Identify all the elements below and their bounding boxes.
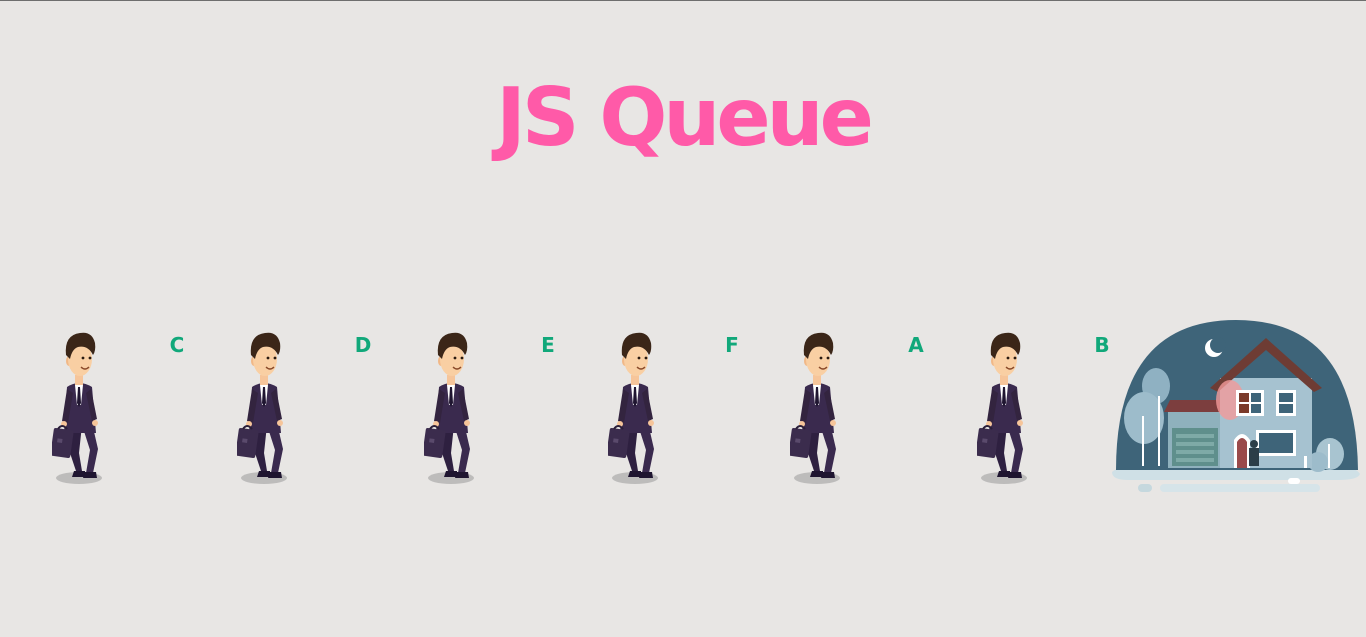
person-icon [52, 325, 132, 490]
person-icon [608, 325, 688, 490]
queue-item-label: A [908, 333, 924, 357]
page-title: JS Queue [496, 71, 874, 164]
person-icon [237, 325, 317, 490]
person-icon [977, 325, 1057, 490]
person-icon [424, 325, 504, 490]
house-icon [1108, 316, 1364, 500]
person-icon [790, 325, 870, 490]
queue-item-label: D [354, 333, 372, 357]
queue-item-label: C [169, 333, 185, 357]
queue-item-label: E [541, 333, 555, 357]
top-border [0, 0, 1366, 1]
queue-item-label: F [725, 333, 739, 357]
